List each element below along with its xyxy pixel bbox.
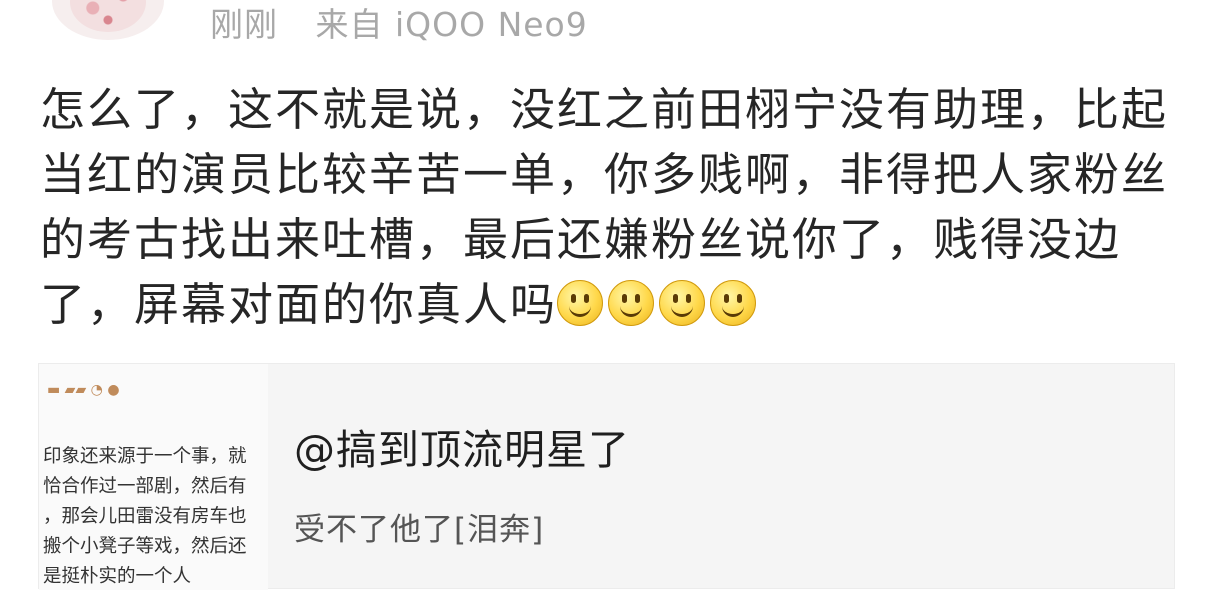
- post-source: 来自 iQOO Neo9: [315, 5, 588, 44]
- avatar[interactable]: [52, 0, 164, 40]
- card-thumbnail: ▬ ▰▰ ◔ ● 印象还来源于一个事，就 恰合作过一部剧，然后有 ，那会儿田雷没…: [39, 364, 268, 590]
- smile-icon: [659, 280, 706, 326]
- card-description: 受不了他了[泪奔]: [294, 512, 545, 548]
- thumbnail-line: 搬个小凳子等戏，然后还: [43, 536, 247, 557]
- smile-icon: [608, 280, 655, 326]
- smile-icon: [710, 280, 757, 326]
- post-body: 怎么了，这不就是说，没红之前田栩宁没有助理，比起当红的演员比较辛苦一单，你多贱啊…: [40, 83, 1169, 331]
- thumbnail-line: 恰合作过一部剧，然后有: [43, 476, 247, 497]
- thumbnail-line: 是挺朴实的一个人: [43, 566, 192, 587]
- thumbnail-emoji-row: ▬ ▰▰ ◔ ●: [47, 382, 120, 398]
- card-title[interactable]: @搞到顶流明星了: [294, 416, 630, 476]
- thumbnail-line: ，那会儿田雷没有房车也: [43, 506, 247, 527]
- thumbnail-line: 印象还来源于一个事，就: [43, 446, 247, 467]
- post-time: 刚刚: [210, 5, 278, 44]
- post-meta: 刚刚 来自 iQOO Neo9: [210, 0, 588, 46]
- quote-card[interactable]: ▬ ▰▰ ◔ ● 印象还来源于一个事，就 恰合作过一部剧，然后有 ，那会儿田雷没…: [38, 363, 1175, 590]
- smile-icon: [557, 280, 604, 326]
- thumbnail-text: 印象还来源于一个事，就 恰合作过一部剧，然后有 ，那会儿田雷没有房车也 搬个小凳…: [43, 442, 247, 590]
- post-text: 怎么了，这不就是说，没红之前田栩宁没有助理，比起当红的演员比较辛苦一单，你多贱啊…: [40, 77, 1180, 337]
